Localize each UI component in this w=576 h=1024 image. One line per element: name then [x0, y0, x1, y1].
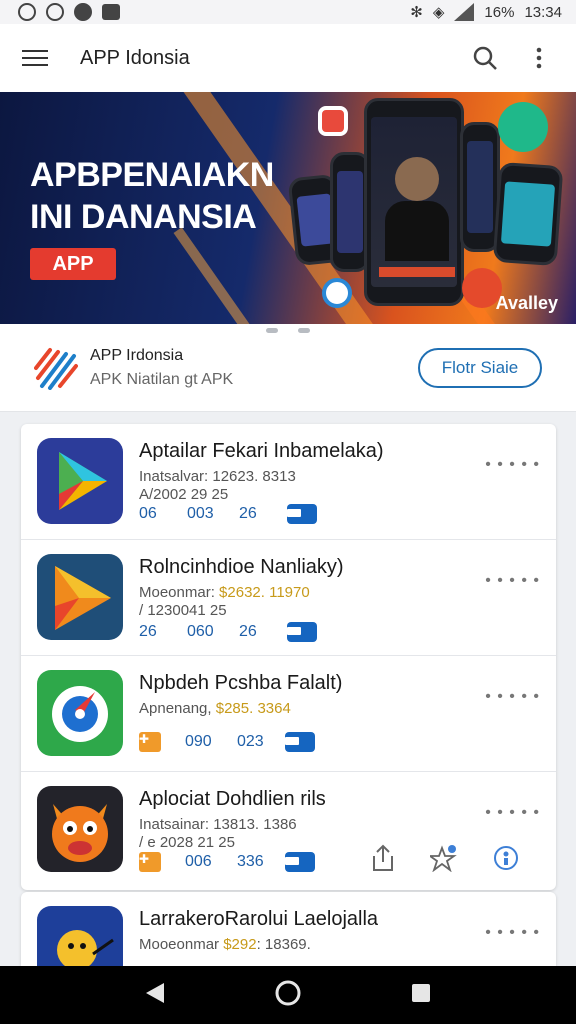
developer-info-bar: APP Irdonsia APK Niatilan gt APK Flotr S… — [0, 324, 576, 412]
app-name: LarrakeroRarolui Laelojalla — [139, 908, 379, 930]
phone-mockup-main — [364, 98, 464, 306]
stat-value: 090 — [185, 733, 212, 750]
app-meta: Apnenang, $285. 3364 — [139, 700, 291, 717]
play-store-icon — [37, 438, 123, 524]
record-icon — [74, 3, 92, 21]
list-item[interactable]: LarrakeroRarolui Laelojalla Mooeonmar $2… — [21, 892, 556, 966]
developer-subtitle: APK Niatilan gt APK — [90, 370, 234, 388]
phone-mockup — [492, 161, 564, 267]
banner-badge[interactable]: APP — [30, 248, 116, 280]
stat-value: 023 — [237, 733, 264, 750]
signal-icon — [454, 3, 475, 21]
back-icon[interactable] — [144, 981, 166, 1010]
play-icon — [37, 554, 123, 640]
app-name: Rolncinhdioe Nanliaky) — [139, 556, 344, 578]
list-item[interactable]: Aplociat Dohdlien rils Inatsainar: 13813… — [21, 772, 556, 888]
app-name: Aplociat Dohdlien rils — [139, 788, 326, 810]
app-meta: Moeonmar: $2632. 11970 — [139, 584, 310, 601]
category-icon: ✚ — [139, 732, 161, 752]
image-icon — [102, 4, 120, 20]
stat-value: 26 — [239, 505, 257, 522]
stat-value: 26 — [239, 623, 257, 640]
app-list-partial: LarrakeroRarolui Laelojalla Mooeonmar $2… — [21, 892, 556, 966]
app-name: Aptailar Fekari Inbamelaka) — [139, 440, 384, 462]
promo-banner[interactable]: APBPENAIAKN INI DANANSIA APP Avalley — [0, 92, 576, 324]
recents-icon[interactable] — [410, 982, 432, 1009]
app-meta: Inatsainar: 13813. 1386 — [139, 816, 297, 833]
banner-headline: APBPENAIAKN INI DANANSIA — [30, 156, 274, 236]
app-date: A/2002 29 25 — [139, 486, 229, 503]
carousel-indicator — [0, 328, 576, 333]
clock: 13:34 — [524, 3, 562, 21]
info-icon[interactable] — [492, 844, 520, 877]
banner-brand: Avalley — [495, 293, 558, 313]
list-item[interactable]: Rolncinhdioe Nanliaky) Moeonmar: $2632. … — [21, 540, 556, 656]
app-list: Aptailar Fekari Inbamelaka) Inatsalvar: … — [21, 424, 556, 890]
app-date: / e 2028 21 25 — [139, 834, 235, 851]
compass-icon — [37, 670, 123, 756]
cartoon-dog-icon — [37, 906, 123, 966]
stat-value: 336 — [237, 853, 264, 870]
home-icon[interactable] — [274, 979, 302, 1012]
more-options-icon[interactable]: • • • • • — [485, 688, 540, 706]
app-meta: Inatsalvar: 12623. 8313 — [139, 468, 296, 485]
stat-value: 003 — [187, 505, 214, 522]
app-title: APP Idonsia — [80, 46, 190, 69]
stat-value: 006 — [185, 853, 212, 870]
stat-value: 26 — [139, 623, 157, 640]
share-icon[interactable] — [370, 844, 396, 877]
status-bar: ✻ ◈ 16% 13:34 — [0, 0, 576, 24]
stat-value: 06 — [139, 505, 157, 522]
search-icon[interactable] — [470, 43, 500, 73]
list-item[interactable]: Aptailar Fekari Inbamelaka) Inatsalvar: … — [21, 424, 556, 540]
app-name: Npbdeh Pcshba Falalt) — [139, 672, 343, 694]
download-icon[interactable] — [287, 622, 317, 642]
app-badge-icon — [322, 278, 352, 308]
battery-text: 16% — [484, 3, 515, 21]
follow-button[interactable]: Flotr Siaie — [418, 347, 542, 388]
download-icon[interactable] — [285, 852, 315, 872]
stat-value: 060 — [187, 623, 214, 640]
app-badge-icon — [498, 102, 548, 152]
app-date: / 1230041 25 — [139, 602, 227, 619]
more-options-icon[interactable]: • • • • • — [485, 924, 540, 942]
more-options-icon[interactable]: • • • • • — [485, 456, 540, 474]
menu-icon[interactable] — [22, 47, 48, 69]
download-icon[interactable] — [287, 504, 317, 524]
more-options-icon[interactable]: • • • • • — [485, 804, 540, 822]
download-icon[interactable] — [285, 732, 315, 752]
vibrate-icon: ◈ — [432, 4, 445, 21]
app-badge-icon — [318, 106, 348, 136]
overflow-menu-icon[interactable] — [524, 43, 554, 73]
more-options-icon[interactable]: • • • • • — [485, 572, 540, 590]
sync-icon — [46, 3, 64, 21]
developer-title: APP Irdonsia — [90, 346, 184, 364]
cartoon-cat-icon — [37, 786, 123, 872]
system-nav-bar — [0, 966, 576, 1024]
app-meta: Mooeonmar $292: 18369. — [139, 936, 311, 953]
category-icon: ✚ — [139, 852, 161, 872]
alarm-icon — [18, 3, 36, 21]
bluetooth-icon: ✻ — [410, 4, 423, 21]
list-item[interactable]: Npbdeh Pcshba Falalt) Apnenang, $285. 33… — [21, 656, 556, 772]
developer-logo — [34, 346, 78, 390]
favorite-icon[interactable] — [427, 844, 458, 877]
app-bar: APP Idonsia — [0, 24, 576, 92]
